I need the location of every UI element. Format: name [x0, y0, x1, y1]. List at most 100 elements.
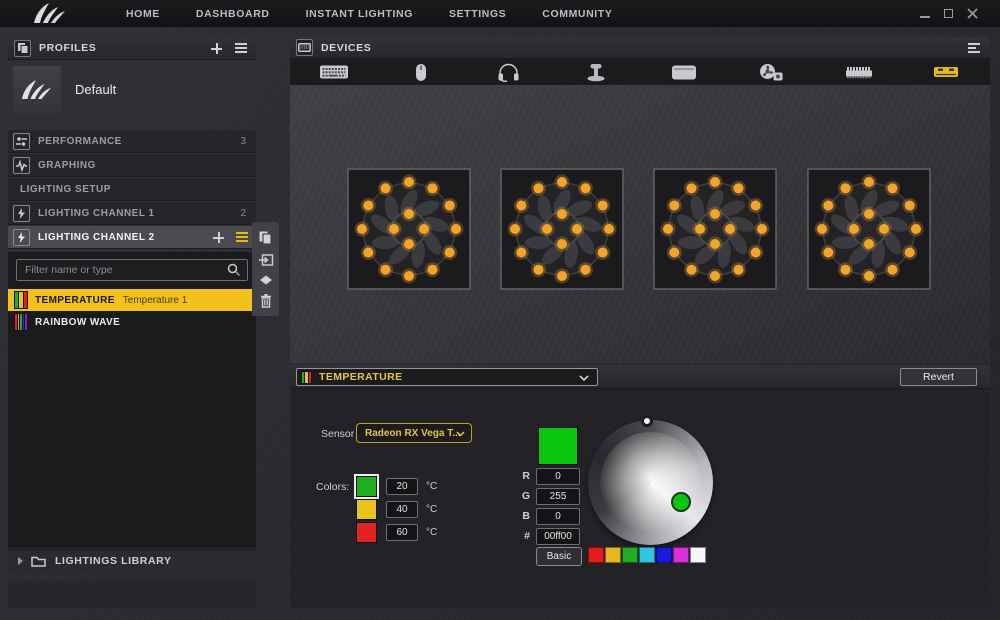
performance-count: 3: [240, 136, 246, 147]
import-icon[interactable]: [258, 253, 274, 267]
palette-swatch[interactable]: [622, 547, 638, 563]
current-color-swatch: [538, 427, 578, 465]
device-keyboard[interactable]: [290, 59, 378, 85]
performance-icon: [13, 133, 30, 150]
device-mouse[interactable]: [378, 59, 466, 85]
device-mousemat[interactable]: [640, 59, 728, 85]
window-controls: [920, 0, 978, 27]
device-headset[interactable]: [465, 59, 553, 85]
add-profile-button[interactable]: [211, 43, 222, 54]
temperature-gradient-icon: [301, 371, 312, 384]
filter-field-wrap: [16, 259, 248, 281]
lighting-channel-1-label: LIGHTING CHANNEL 1: [38, 208, 155, 219]
device-headset-stand[interactable]: [553, 59, 641, 85]
close-icon[interactable]: [967, 8, 978, 19]
lightings-library-row[interactable]: LIGHTINGS LIBRARY: [8, 549, 256, 572]
color-wheel-selector[interactable]: [671, 492, 691, 512]
lighting-canvas: [290, 85, 990, 363]
profiles-title: PROFILES: [39, 42, 96, 54]
trash-icon[interactable]: [259, 293, 273, 308]
color-stripe: [15, 314, 17, 330]
profile-name: Default: [75, 82, 116, 97]
bolt-icon: [13, 229, 30, 246]
profiles-icon: [14, 40, 31, 57]
color-stripe: [20, 314, 22, 330]
basic-button[interactable]: Basic: [536, 547, 582, 566]
filter-input[interactable]: [16, 259, 248, 281]
chevron-down-icon: [456, 431, 465, 437]
color-stripe: [19, 292, 22, 308]
sidebar-item-graphing[interactable]: GRAPHING: [8, 154, 256, 177]
palette-swatch[interactable]: [690, 547, 706, 563]
devices-icon: [296, 39, 313, 56]
palette-swatch[interactable]: [673, 547, 689, 563]
nav-dashboard[interactable]: DASHBOARD: [196, 8, 270, 20]
bolt-icon: [13, 205, 30, 222]
temp-input-3[interactable]: [386, 524, 418, 541]
performance-label: PERFORMANCE: [38, 136, 122, 147]
lighting-item-rainbow-wave[interactable]: RAINBOW WAVE: [8, 311, 256, 333]
green-input[interactable]: [536, 488, 580, 505]
palette-swatch[interactable]: [639, 547, 655, 563]
titlebar: HOME DASHBOARD INSTANT LIGHTING SETTINGS…: [0, 0, 1000, 27]
fan-4[interactable]: [807, 168, 931, 295]
color-stripe: [25, 314, 27, 330]
graphing-icon: [13, 157, 30, 174]
copy-icon[interactable]: [258, 230, 273, 245]
profile-item-default[interactable]: Default: [8, 61, 256, 118]
palette-swatch[interactable]: [588, 547, 604, 563]
colors-label: Colors:: [316, 481, 349, 493]
fan-2[interactable]: [500, 168, 624, 295]
temp-input-2[interactable]: [386, 501, 418, 518]
minimize-icon[interactable]: [920, 16, 930, 18]
fan-3[interactable]: [653, 168, 777, 295]
lighting-item-sublabel: Temperature 1: [123, 295, 187, 306]
sidebar-item-performance[interactable]: PERFORMANCE 3: [8, 130, 256, 153]
hex-input[interactable]: [536, 528, 580, 545]
red-input[interactable]: [536, 468, 580, 485]
color-wheel[interactable]: [600, 432, 701, 533]
nav-settings[interactable]: SETTINGS: [449, 8, 506, 20]
temp-input-1[interactable]: [386, 478, 418, 495]
graphing-label: GRAPHING: [38, 160, 96, 171]
blue-input[interactable]: [536, 508, 580, 525]
nav-instant-lighting[interactable]: INSTANT LIGHTING: [306, 8, 413, 20]
color-stripe: [309, 372, 311, 383]
device-memory[interactable]: [815, 59, 903, 85]
color-stripe: [15, 292, 18, 308]
unit-celsius: °C: [426, 527, 437, 538]
sidebar-item-lighting-channel-1[interactable]: LIGHTING CHANNEL 1 2: [8, 202, 256, 225]
expand-arrow-icon: [18, 557, 23, 565]
fan-1[interactable]: [347, 168, 471, 295]
maximize-icon[interactable]: [944, 9, 953, 18]
g-label: G: [514, 490, 530, 502]
color-stop-swatch-red[interactable]: [356, 522, 377, 543]
lighting-mode-select[interactable]: TEMPERATURE: [296, 368, 598, 386]
palette-swatch[interactable]: [605, 547, 621, 563]
color-stop-swatch-yellow[interactable]: [356, 499, 377, 520]
color-stop-swatch-green[interactable]: [356, 476, 377, 497]
revert-button[interactable]: Revert: [900, 368, 977, 386]
device-cooler[interactable]: [728, 59, 816, 85]
b-label: B: [514, 510, 530, 522]
palette-swatch[interactable]: [656, 547, 672, 563]
channel-menu-button[interactable]: [236, 232, 248, 242]
devices-menu-icon[interactable]: [968, 43, 980, 53]
nav-community[interactable]: COMMUNITY: [542, 8, 612, 20]
brightness-knob[interactable]: [641, 415, 653, 427]
profiles-menu-button[interactable]: [235, 43, 247, 53]
corsair-logo-icon: [32, 2, 68, 25]
sensor-select[interactable]: Radeon RX Vega T...: [356, 423, 472, 443]
shape-icon[interactable]: [259, 275, 273, 285]
search-icon: [227, 263, 241, 277]
lightings-library-label: LIGHTINGS LIBRARY: [55, 555, 172, 567]
temperature-gradient-icon: [14, 291, 28, 309]
main-nav: HOME DASHBOARD INSTANT LIGHTING SETTINGS…: [126, 8, 612, 20]
sidebar-item-lighting-channel-2[interactable]: LIGHTING CHANNEL 2: [8, 226, 256, 249]
add-lighting-button[interactable]: [213, 232, 224, 243]
device-lighting-node[interactable]: [903, 59, 991, 85]
sensor-label: Sensor: [321, 428, 354, 440]
nav-home[interactable]: HOME: [126, 8, 160, 20]
brightness-ring[interactable]: [588, 420, 713, 545]
lighting-item-temperature[interactable]: TEMPERATURE Temperature 1: [8, 289, 256, 311]
